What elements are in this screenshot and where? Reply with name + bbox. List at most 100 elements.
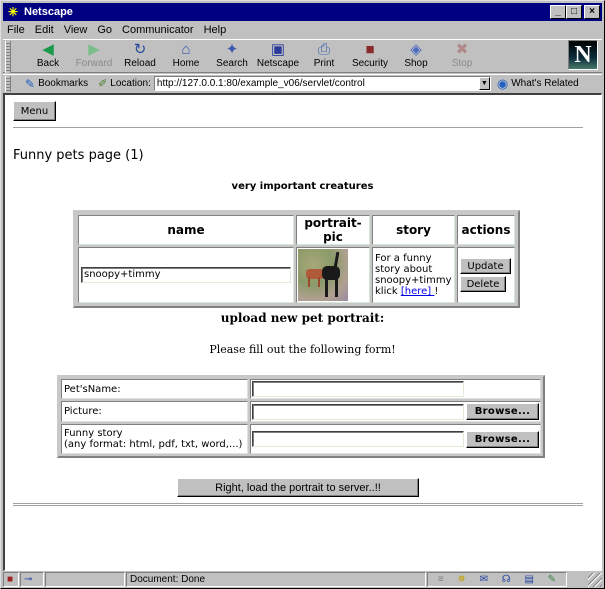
dog-shape xyxy=(322,266,340,280)
print-label: Print xyxy=(313,58,335,69)
divider xyxy=(13,503,583,506)
whats-related-button[interactable]: ◉ What's Related xyxy=(497,76,579,92)
menu-file[interactable]: File xyxy=(3,24,30,36)
story-label-line2: (any format: html, pdf, txt, word,...) xyxy=(64,439,243,450)
stop-button[interactable]: ✖ Stop xyxy=(439,40,485,72)
bookmarks-button[interactable]: ✎ Bookmarks xyxy=(25,77,88,91)
location-grip[interactable] xyxy=(5,75,11,92)
story-suffix: ! xyxy=(434,286,439,297)
stop-icon: ✖ xyxy=(455,41,469,58)
actions-cell: Update Delete xyxy=(457,247,515,303)
upload-title: upload new pet portrait: xyxy=(220,311,385,325)
form-row: Pet'sName: xyxy=(61,379,541,399)
component-grip-icon[interactable]: ≡ xyxy=(438,574,444,585)
portrait-cell xyxy=(296,247,370,303)
bookmarks-icon: ✎ xyxy=(25,76,36,91)
search-icon: ✦ xyxy=(225,41,239,58)
story-link[interactable]: [here] xyxy=(401,286,435,297)
upload-subtitle: Please fill out the following form! xyxy=(209,343,396,356)
whats-related-icon: ◉ xyxy=(496,75,509,91)
header-name: name xyxy=(78,215,294,245)
menu-button[interactable]: Menu xyxy=(13,101,56,121)
print-icon: ⎙ xyxy=(317,40,330,58)
title-bar: ✳ Netscape _ □ × xyxy=(3,3,602,21)
search-label: Search xyxy=(216,58,248,69)
shop-bag-icon: ◈ xyxy=(410,41,422,58)
composer-icon[interactable]: ▤ xyxy=(524,574,533,585)
status-text: Document: Done xyxy=(126,572,426,587)
menu-go[interactable]: Go xyxy=(92,24,117,36)
stop-label: Stop xyxy=(451,58,473,69)
security-status-icon[interactable]: ■ xyxy=(3,572,19,587)
connection-icon[interactable]: ⊸ xyxy=(20,572,44,587)
progress-cell xyxy=(45,572,125,587)
picture-field-cell: Browse... xyxy=(250,401,541,422)
close-button[interactable]: × xyxy=(584,5,600,19)
resize-grip[interactable] xyxy=(588,572,602,587)
reload-label: Reload xyxy=(124,58,156,69)
upload-form: Pet'sName: Picture: Browse... Funny stor… xyxy=(57,375,545,458)
discussion-icon[interactable]: ☊ xyxy=(502,574,511,585)
mail-icon[interactable]: ✉ xyxy=(480,574,488,585)
story-label-line1: Funny story xyxy=(64,428,123,439)
pet-name-input[interactable]: snoopy+timmy xyxy=(81,267,291,283)
header-portrait-pic: portrait-pic xyxy=(296,215,370,245)
forward-button[interactable]: ▶ Forward xyxy=(71,40,117,72)
menu-edit[interactable]: Edit xyxy=(30,24,59,36)
table-row: snoopy+timmy For a funny story about sno… xyxy=(78,247,515,303)
name-cell: snoopy+timmy xyxy=(78,247,294,303)
back-arrow-icon: ◀ xyxy=(42,41,54,58)
pet-portrait-image[interactable] xyxy=(298,249,348,301)
navigation-toolbar: ◀ Back ▶ Forward ↻ Reload ⌂ Home ✦ Searc… xyxy=(3,39,602,73)
table-header-row: name portrait-pic story actions xyxy=(78,215,515,245)
update-button[interactable]: Update xyxy=(460,258,511,274)
menu-bar: File Edit View Go Communicator Help xyxy=(3,21,602,38)
pet-name-field[interactable] xyxy=(252,381,464,397)
page-title: Funny pets page (1) xyxy=(13,148,144,163)
story-browse-button[interactable]: Browse... xyxy=(466,430,539,448)
picture-browse-button[interactable]: Browse... xyxy=(466,403,539,420)
upload-submit-button[interactable]: Right, load the portrait to server..!! xyxy=(177,478,419,497)
bookmarks-label: Bookmarks xyxy=(38,78,89,89)
netscape-label: Netscape xyxy=(256,58,300,69)
print-button[interactable]: ⎙ Print xyxy=(301,40,347,72)
url-input[interactable]: http://127.0.0.1:80/example_v06/servlet/… xyxy=(153,76,491,91)
whats-related-label: What's Related xyxy=(511,78,579,89)
location-toolbar: ✎ Bookmarks ✐ Location: http://127.0.0.1… xyxy=(3,74,602,92)
shop-button[interactable]: ◈ Shop xyxy=(393,40,439,72)
netscape-logo[interactable]: N xyxy=(568,40,598,70)
back-button[interactable]: ◀ Back xyxy=(25,40,71,72)
netscape-button[interactable]: ▣ Netscape xyxy=(255,40,301,72)
maximize-button[interactable]: □ xyxy=(566,5,582,19)
forward-arrow-icon: ▶ xyxy=(88,41,100,58)
home-button[interactable]: ⌂ Home xyxy=(163,40,209,72)
delete-button[interactable]: Delete xyxy=(460,276,506,292)
search-button[interactable]: ✦ Search xyxy=(209,40,255,72)
location-label: Location: xyxy=(110,78,151,89)
security-label: Security xyxy=(351,58,389,69)
story-file-field[interactable] xyxy=(252,431,464,447)
url-text: http://127.0.0.1:80/example_v06/servlet/… xyxy=(156,78,365,89)
menu-communicator[interactable]: Communicator xyxy=(117,24,199,36)
picture-file-field[interactable] xyxy=(252,403,464,420)
minimize-button[interactable]: _ xyxy=(550,5,566,19)
menu-view[interactable]: View xyxy=(59,24,93,36)
edit-icon[interactable]: ✎ xyxy=(548,574,556,585)
header-story: story xyxy=(372,215,455,245)
menu-help[interactable]: Help xyxy=(199,24,232,36)
pet-name-label: Pet'sName: xyxy=(61,379,248,399)
security-button[interactable]: ■ Security xyxy=(347,40,393,72)
story-cell: For a funny story about snoopy+timmy kli… xyxy=(372,247,455,303)
divider xyxy=(13,127,583,129)
window-title: Netscape xyxy=(24,6,73,18)
navigator-icon[interactable]: ✵ xyxy=(457,574,465,585)
forward-label: Forward xyxy=(75,58,113,69)
story-field-cell: Browse... xyxy=(250,424,541,454)
form-row: Funny story (any format: html, pdf, txt,… xyxy=(61,424,541,454)
toolbar-grip[interactable] xyxy=(5,41,11,73)
browser-window: ✳ Netscape _ □ × File Edit View Go Commu… xyxy=(0,0,605,589)
reload-button[interactable]: ↻ Reload xyxy=(117,40,163,72)
home-icon: ⌂ xyxy=(181,40,191,58)
component-bar: ≡ ✵ ✉ ☊ ▤ ✎ xyxy=(427,572,567,587)
url-dropdown-icon[interactable]: ▼ xyxy=(478,77,490,90)
